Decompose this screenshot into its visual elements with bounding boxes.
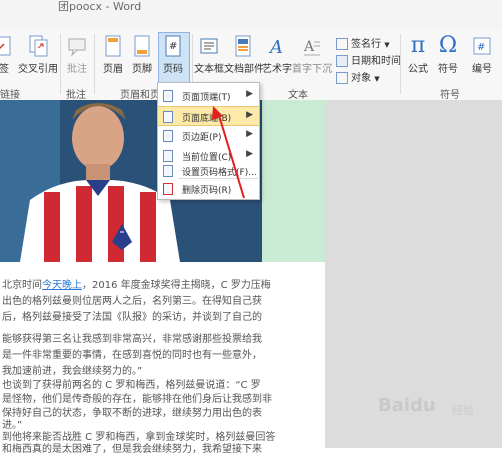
footer-icon bbox=[134, 35, 150, 57]
page-margins-icon bbox=[163, 130, 173, 142]
signature-line-button[interactable]: 签名行 ▼ bbox=[336, 35, 390, 50]
format-page-numbers-icon bbox=[163, 165, 173, 177]
text-box-button[interactable]: 文本框 bbox=[193, 34, 225, 75]
page-bottom-icon bbox=[163, 111, 173, 123]
page-number-menu: 页面顶端(T) ▶ 页面底端(B) ▶ 页边距(P) ▶ 当前位置(C) ▶ 设… bbox=[157, 82, 260, 200]
ribbon-separator bbox=[94, 34, 95, 94]
svg-text:#: # bbox=[169, 41, 177, 52]
paragraph-line: 后，格列兹曼接受了法国《队报》的采访，并谈到了自己的 bbox=[2, 312, 262, 323]
comment-icon bbox=[68, 38, 86, 57]
svg-text:A: A bbox=[303, 39, 315, 55]
menu-item-top-of-page[interactable]: 页面顶端(T) ▶ bbox=[158, 86, 259, 106]
equation-button[interactable]: π 公式 bbox=[404, 33, 432, 76]
hyperlink[interactable]: 今天晚上 bbox=[42, 280, 82, 291]
date-time-button[interactable]: 日期和时间 bbox=[336, 52, 401, 67]
group-label-text: 文本 bbox=[288, 90, 308, 101]
group-label-comments: 批注 bbox=[66, 90, 86, 101]
paragraph-line: 北京时间今天晚上，2016 年度金球奖得主揭晓，C 罗力压梅 bbox=[2, 280, 271, 291]
baidu-watermark-sub: 经验 bbox=[452, 404, 474, 417]
paragraph-line: 和梅西真的是太困难了，但是我会继续努力，我希望接下来 bbox=[2, 444, 262, 455]
window-title: 团poocx - Word bbox=[58, 0, 142, 13]
paragraph-line: 能够获得第三名让我感到非常高兴，非常感谢那些投票给我 bbox=[2, 334, 262, 345]
word-art-icon: A bbox=[268, 37, 283, 58]
quick-parts-icon bbox=[235, 35, 251, 57]
omega-icon: Ω bbox=[438, 33, 458, 58]
svg-text:A: A bbox=[268, 37, 283, 58]
page-number-button[interactable]: # 页码 bbox=[160, 34, 186, 75]
word-art-button[interactable]: A 艺术字 bbox=[262, 34, 292, 75]
page-number-icon: # bbox=[165, 35, 181, 57]
pi-icon: π bbox=[410, 33, 426, 58]
cross-reference-button[interactable]: 交叉引用 bbox=[18, 34, 58, 75]
text-box-icon bbox=[200, 38, 218, 54]
header-icon bbox=[105, 35, 121, 57]
chevron-down-icon: ▼ bbox=[374, 75, 380, 83]
submenu-arrow-icon: ▶ bbox=[246, 89, 253, 99]
baidu-watermark-logo: Baidu bbox=[378, 395, 436, 416]
page-margin-shading bbox=[262, 100, 325, 262]
sign-icon bbox=[0, 36, 11, 56]
group-label-symbols: 符号 bbox=[440, 90, 460, 101]
title-bar: 团poocx - Word bbox=[0, 0, 502, 30]
sign-button[interactable]: 签 bbox=[0, 34, 14, 75]
chevron-down-icon: ▼ bbox=[384, 41, 390, 49]
svg-text:#: # bbox=[477, 42, 485, 53]
group-label-links: 链接 bbox=[0, 90, 20, 101]
submenu-arrow-icon: ▶ bbox=[246, 129, 253, 139]
menu-item-page-margins[interactable]: 页边距(P) ▶ bbox=[158, 126, 259, 146]
ribbon-separator bbox=[400, 34, 401, 94]
signature-line-icon bbox=[336, 38, 348, 50]
cross-reference-icon bbox=[29, 35, 48, 57]
menu-item-format-page-numbers[interactable]: 设置页码格式(F)... bbox=[158, 161, 259, 181]
drop-cap-icon: A bbox=[303, 39, 320, 56]
quick-parts-button[interactable]: 文档部件 bbox=[224, 34, 264, 75]
ribbon-separator bbox=[60, 34, 61, 94]
menu-item-bottom-of-page[interactable]: 页面底端(B) ▶ bbox=[158, 106, 259, 126]
paragraph-line: 保持好自己的状态，争取不断的进球，继续努力用出色的表 bbox=[2, 408, 262, 419]
submenu-arrow-icon: ▶ bbox=[246, 149, 253, 159]
paragraph-line: 出色的格列兹曼则位居两人之后，名列第三。在得知自己获 bbox=[2, 296, 262, 307]
object-button[interactable]: 对象 ▼ bbox=[336, 69, 380, 84]
remove-page-numbers-icon bbox=[163, 183, 173, 195]
numbering-button[interactable]: # 编号 bbox=[468, 34, 496, 75]
drop-cap-button[interactable]: A 首字下沉 bbox=[292, 34, 332, 75]
submenu-arrow-icon: ▶ bbox=[246, 110, 253, 120]
header-button[interactable]: 页眉 bbox=[100, 34, 126, 75]
object-icon bbox=[336, 72, 348, 84]
calendar-icon bbox=[336, 55, 348, 67]
footer-button[interactable]: 页脚 bbox=[129, 34, 155, 75]
paragraph-line: 是一件非常重要的事情，在感到喜悦的同时也有一些意外， bbox=[2, 350, 262, 361]
symbol-button[interactable]: Ω 符号 bbox=[434, 33, 462, 76]
page-top-icon bbox=[163, 90, 173, 102]
comment-button[interactable]: 批注 bbox=[64, 34, 90, 75]
numbering-icon: # bbox=[473, 37, 491, 55]
menu-item-remove-page-numbers[interactable]: 删除页码(R) bbox=[158, 179, 259, 199]
